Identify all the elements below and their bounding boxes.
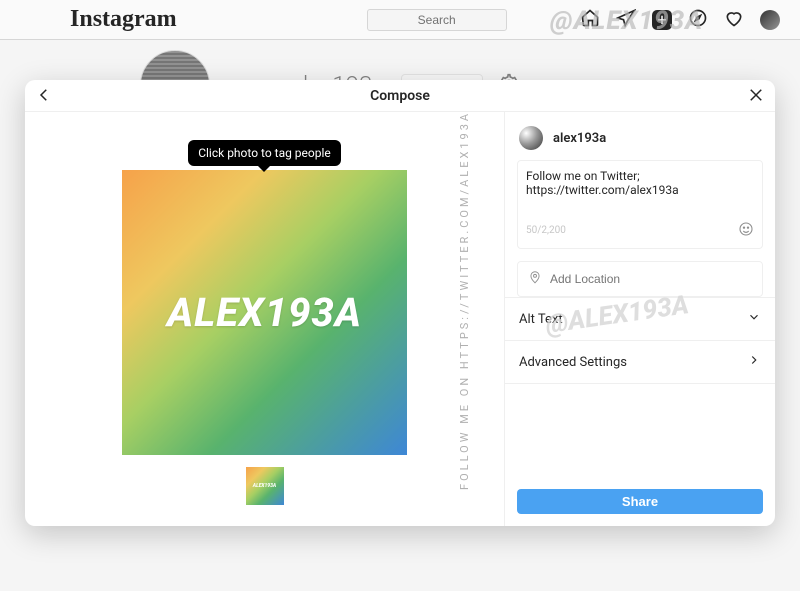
- compose-author: alex193a: [505, 112, 775, 160]
- preview-text: ALEX193A: [167, 289, 362, 336]
- alt-text-row[interactable]: Alt Text: [505, 297, 775, 340]
- compose-preview-pane: Click photo to tag people ALEX193A ALEX1…: [25, 112, 505, 526]
- tag-people-tooltip: Click photo to tag people: [188, 140, 341, 166]
- compose-form-pane: alex193a 50/2,200 Alt Text: [505, 112, 775, 526]
- modal-header: Compose: [25, 80, 775, 112]
- photo-preview[interactable]: ALEX193A: [122, 170, 407, 455]
- author-avatar-icon: [519, 126, 543, 150]
- alt-text-label: Alt Text: [519, 312, 563, 327]
- photo-thumbnail[interactable]: ALEX193A: [246, 467, 284, 505]
- back-icon[interactable]: [35, 86, 53, 108]
- location-pin-icon: [528, 270, 542, 288]
- compose-modal: Compose Click photo to tag people ALEX19…: [25, 80, 775, 526]
- location-box[interactable]: [517, 261, 763, 297]
- close-icon[interactable]: [747, 86, 765, 108]
- modal-title: Compose: [370, 88, 430, 104]
- advanced-settings-row[interactable]: Advanced Settings: [505, 340, 775, 383]
- chevron-right-icon: [747, 353, 761, 371]
- advanced-settings-label: Advanced Settings: [519, 355, 627, 370]
- share-button[interactable]: Share: [517, 489, 763, 514]
- share-row: Share: [505, 479, 775, 526]
- caption-input[interactable]: [526, 169, 754, 215]
- author-username: alex193a: [553, 131, 606, 146]
- chevron-down-icon: [747, 310, 761, 328]
- caption-box: 50/2,200: [517, 160, 763, 249]
- emoji-picker-icon[interactable]: [738, 221, 754, 240]
- location-input[interactable]: [550, 272, 752, 286]
- char-counter: 50/2,200: [526, 225, 566, 236]
- thumbnail-text: ALEX193A: [253, 483, 276, 489]
